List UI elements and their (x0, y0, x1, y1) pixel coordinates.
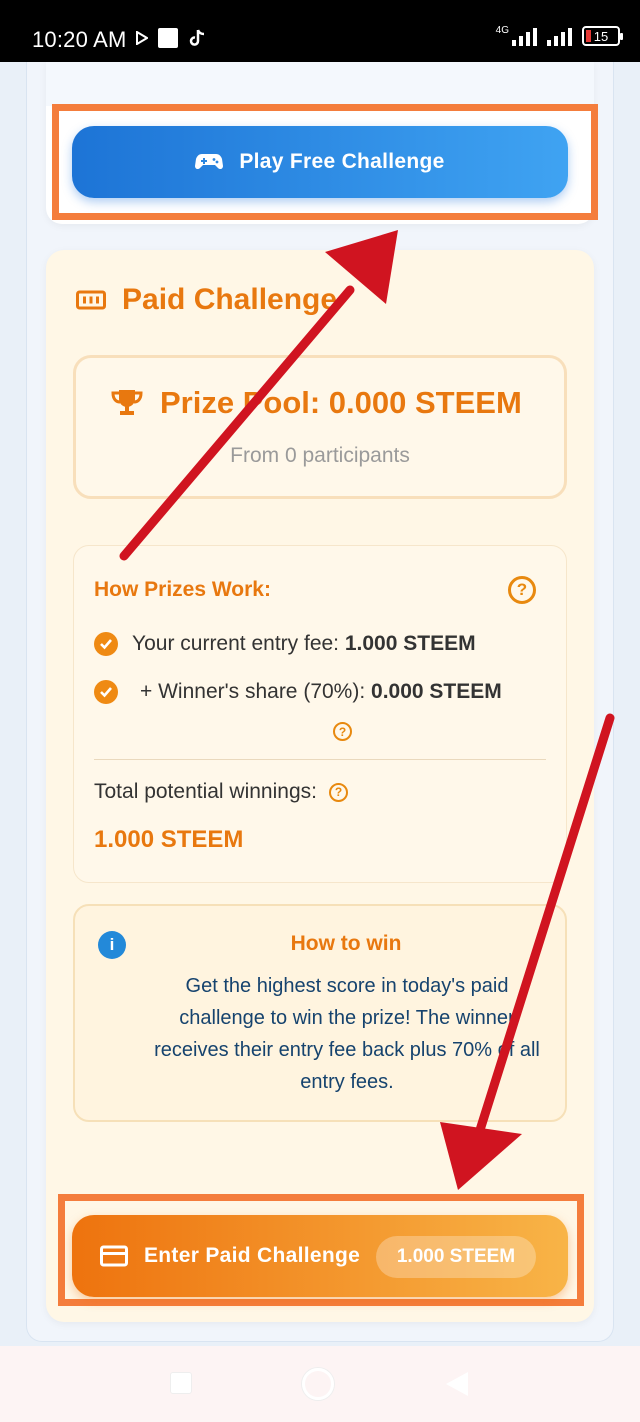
total-winnings-label: Total potential winnings: (94, 780, 317, 803)
paid-challenge-title: Paid Challenge (76, 283, 337, 317)
gamepad-icon (195, 154, 224, 170)
total-winnings-row: Total potential winnings: ? (94, 780, 348, 804)
prize-pool-participants: From 0 participants (230, 444, 410, 467)
total-winnings-value: 1.000 STEEM (94, 826, 244, 853)
battery-icon: 15 (582, 26, 623, 46)
check-icon (94, 632, 118, 656)
home-icon[interactable] (302, 1368, 334, 1400)
how-to-win-text: Get the highest score in today's paid ch… (154, 975, 540, 1093)
winner-share-help-icon[interactable]: ? (333, 722, 352, 741)
prize-pool-box (73, 355, 567, 499)
winner-share-row: + Winner's share (70%): 0.000 STEEM (94, 680, 502, 704)
signal-icon-2 (547, 26, 572, 46)
back-icon[interactable] (446, 1372, 468, 1396)
recent-apps-icon[interactable] (170, 1372, 192, 1394)
prize-pool: Prize Pool: 0.000 STEEM (110, 385, 522, 421)
network-type: 4G (495, 25, 509, 36)
check-icon (94, 680, 118, 704)
status-time: 10:20 AM (32, 27, 127, 52)
app-square-icon (158, 28, 178, 48)
ticket-icon (76, 290, 106, 310)
enter-paid-challenge-button[interactable]: Enter Paid Challenge 1.000 STEEM (72, 1215, 568, 1297)
credit-card-icon (100, 1245, 128, 1267)
winner-share-value: 0.000 STEEM (371, 680, 502, 703)
trophy-icon (111, 390, 143, 415)
how-prizes-work-heading: How Prizes Work: (94, 578, 271, 601)
divider (94, 759, 546, 760)
entry-fee-label: Your current entry fee: (132, 632, 340, 655)
entry-fee-value: 1.000 STEEM (344, 632, 476, 655)
how-to-win-heading: How to win (290, 932, 402, 955)
tiktok-icon (189, 29, 205, 46)
help-icon[interactable]: ? (508, 576, 536, 604)
entry-price-badge: 1.000 STEEM (376, 1236, 536, 1278)
entry-fee-row: Your current entry fee: 1.000 STEEM (94, 632, 476, 656)
winner-share-label: + Winner's share (70%): (140, 680, 366, 703)
signal-icon (512, 26, 537, 46)
play-free-label: Play Free Challenge (239, 150, 445, 173)
play-free-challenge-button[interactable]: Play Free Challenge (72, 126, 568, 198)
enter-paid-label: Enter Paid Challenge (144, 1244, 361, 1267)
play-store-icon (136, 31, 148, 45)
total-help-icon[interactable]: ? (328, 782, 348, 802)
status-bar: 10:20 AM 4G 15 (0, 0, 640, 62)
